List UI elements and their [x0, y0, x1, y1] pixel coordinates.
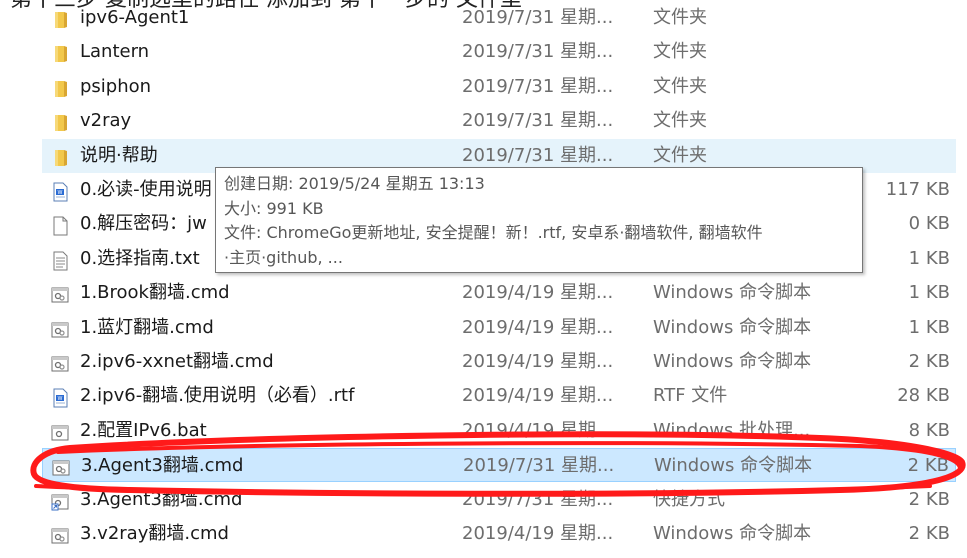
file-date-modified: 2019/4/19 星期...: [462, 523, 614, 544]
file-row[interactable]: 3.Agent3翻墙.cmd 2019/7/31 星期... Windows 命令脚…: [42, 448, 956, 483]
file-row[interactable]: v2ray 2019/7/31 星期... 文件夹: [42, 104, 956, 138]
file-size: 1 KB: [908, 316, 950, 338]
file-row[interactable]: Lantern 2019/7/31 星期... 文件夹: [42, 35, 956, 69]
file-date-modified: 2019/4/19 星期...: [462, 385, 614, 407]
file-type: Windows 命令脚本: [653, 316, 812, 338]
file-row[interactable]: 3.Agent3翻墙.cmd 2019/7/31 星期... 快捷方式 2 KB: [42, 483, 956, 517]
file-date-modified: 2019/4/19 星期...: [462, 282, 614, 304]
file-name: 0.选择指南.txt: [80, 247, 200, 269]
cmd-script-icon: [50, 283, 70, 303]
file-type: Windows 命令脚本: [654, 455, 813, 477]
shortcut-icon: [50, 490, 70, 511]
folder-icon: [50, 8, 70, 28]
batch-file-icon: [50, 421, 70, 441]
rtf-document-icon: W: [50, 180, 70, 202]
file-type: Windows 命令脚本: [653, 351, 812, 372]
file-name: v2ray: [80, 110, 132, 132]
file-size: 1 KB: [908, 282, 950, 304]
tooltip-size: 大小: 991 KB: [224, 198, 324, 218]
file-name: psiphon: [80, 75, 152, 97]
tooltip-files-line-1: 文件: ChromeGo更新地址, 安全提醒！新！.rtf, 安卓系·翻墙软件,…: [224, 223, 763, 242]
file-size: 117 KB: [885, 179, 950, 200]
file-row[interactable]: 2.配置IPv6.bat 2019/4/19 星期... Windows 批处理..…: [42, 414, 956, 448]
folder-icon: [50, 42, 70, 63]
file-type: 快捷方式: [653, 488, 725, 510]
cmd-script-icon: [50, 318, 70, 338]
file-type: Windows 批处理...: [653, 419, 811, 441]
file-date-modified: 2019/4/19 星期...: [462, 316, 614, 338]
file-name: 说明·帮助: [80, 144, 158, 166]
file-type: 文件夹: [653, 7, 707, 28]
cmd-script-icon: [51, 456, 71, 476]
file-size: 1 KB: [908, 247, 950, 269]
file-date-modified: 2019/4/19 星期...: [462, 351, 614, 372]
svg-text:W: W: [58, 190, 63, 196]
file-name: ipv6-Agent1: [80, 7, 190, 28]
file-name: 3.Agent3翻墙.cmd: [81, 455, 244, 477]
cmd-script-icon: [50, 352, 70, 372]
file-row[interactable]: ipv6-Agent1 2019/7/31 星期... 文件夹: [42, 1, 956, 35]
folder-info-tooltip: 创建日期: 2019/5/24 星期五 13:13 大小: 991 KB 文件:…: [215, 167, 863, 273]
file-date-modified: 2019/7/31 星期...: [463, 455, 615, 477]
file-type: 文件夹: [653, 75, 707, 97]
file-size: 2 KB: [908, 351, 950, 372]
file-name: Lantern: [80, 41, 150, 63]
file-date-modified: 2019/7/31 星期...: [462, 488, 614, 510]
svg-text:W: W: [58, 396, 63, 402]
file-type: 文件夹: [653, 41, 707, 63]
file-type: Windows 命令脚本: [653, 523, 812, 544]
file-size: 0 KB: [908, 213, 950, 235]
file-name: 1.Brook翻墙.cmd: [80, 282, 230, 304]
file-date-modified: 2019/7/31 星期...: [462, 75, 614, 97]
file-row[interactable]: 1.蓝灯翻墙.cmd 2019/4/19 星期... Windows 命令脚本 1 K…: [42, 311, 956, 345]
file-size: 2 KB: [908, 488, 950, 510]
file-name: 2.ipv6-翻墙.使用说明（必看）.rtf: [80, 385, 355, 407]
file-date-modified: 2019/7/31 星期...: [462, 110, 614, 132]
file-row[interactable]: psiphon 2019/7/31 星期... 文件夹: [42, 70, 956, 104]
file-name: 2.ipv6-xxnet翻墙.cmd: [80, 351, 274, 372]
file-size: 2 KB: [907, 455, 949, 477]
file-name: 0.解压密码：jw: [80, 213, 207, 235]
folder-icon: [50, 111, 70, 132]
file-size: 28 KB: [897, 385, 950, 407]
file-name: 0.必读-使用说明: [80, 179, 212, 200]
file-date-modified: 2019/7/31 星期...: [462, 7, 614, 28]
file-size: 8 KB: [908, 419, 950, 441]
tooltip-files-line-2: ·主页·github, ...: [224, 247, 343, 267]
file-type: 文件夹: [653, 110, 707, 132]
file-size: 2 KB: [908, 523, 950, 544]
text-file-icon: [50, 249, 70, 271]
file-type: Windows 命令脚本: [653, 282, 812, 304]
file-name: 3.Agent3翻墙.cmd: [80, 488, 243, 510]
cmd-script-icon: [50, 524, 70, 544]
file-date-modified: 2019/7/31 星期...: [462, 41, 614, 63]
blank-file-icon: [50, 214, 70, 236]
folder-icon: [50, 77, 70, 97]
file-row[interactable]: 1.Brook翻墙.cmd 2019/4/19 星期... Windows 命令脚本…: [42, 276, 956, 310]
file-name: 1.蓝灯翻墙.cmd: [80, 316, 214, 338]
file-row[interactable]: 2.ipv6-xxnet翻墙.cmd 2019/4/19 星期... Windows…: [42, 345, 956, 379]
file-date-modified: 2019/4/19 星期...: [462, 419, 614, 441]
folder-icon: [50, 146, 70, 166]
file-row[interactable]: 3.v2ray翻墙.cmd 2019/4/19 星期... Windows 命令脚本…: [42, 517, 956, 551]
rtf-document-icon: W: [50, 386, 70, 408]
file-row[interactable]: W 2.ipv6-翻墙.使用说明（必看）.rtf 2019/4/19 星期... RT…: [42, 379, 956, 413]
file-name: 2.配置IPv6.bat: [80, 419, 207, 441]
file-name: 3.v2ray翻墙.cmd: [80, 523, 229, 544]
tooltip-created-date: 创建日期: 2019/5/24 星期五 13:13: [224, 174, 485, 193]
file-type: RTF 文件: [653, 385, 728, 407]
